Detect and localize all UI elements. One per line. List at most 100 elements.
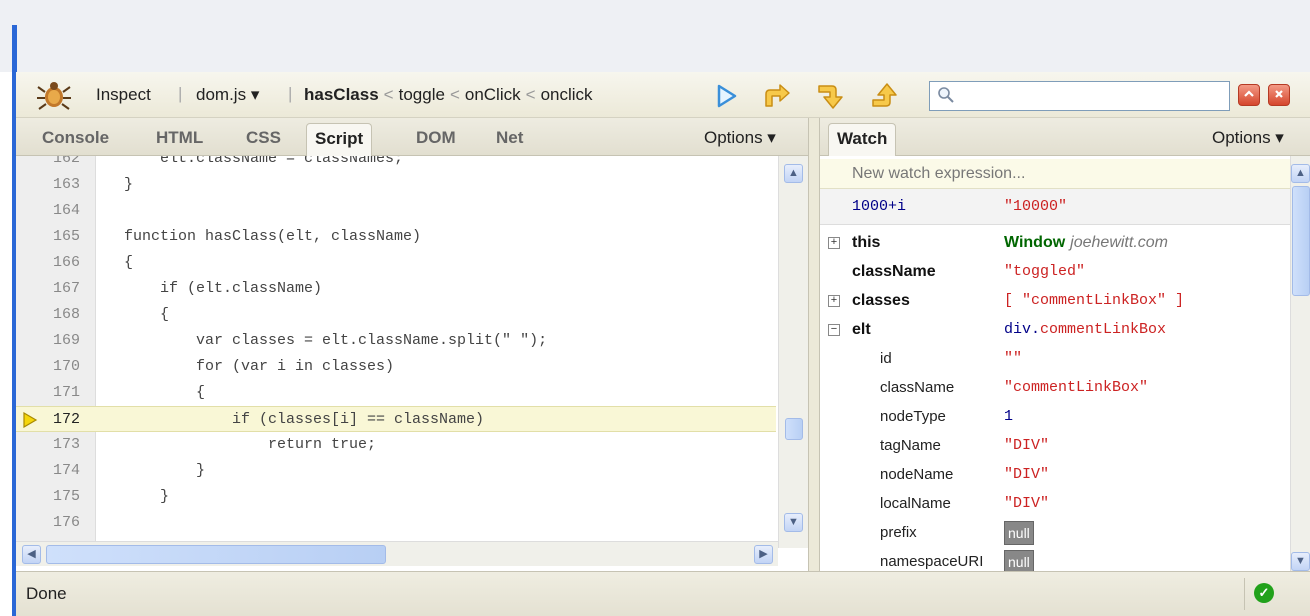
code-line[interactable]: 171 { <box>16 380 776 406</box>
checkmark-icon[interactable]: ✓ <box>1254 583 1274 603</box>
watch-scroll-thumb[interactable] <box>1292 186 1310 296</box>
script-source-view[interactable]: 162 elt.className = classNames; 163} 164 16… <box>16 156 808 571</box>
line-number[interactable]: 167 <box>40 276 80 302</box>
watch-variable-row[interactable]: + classes [ "commentLinkBox" ] <box>820 287 1290 315</box>
watch-property-row[interactable]: id "" <box>820 345 1290 373</box>
scroll-thumb[interactable] <box>785 418 803 440</box>
chevron-up-icon <box>1244 90 1254 97</box>
tab-dom[interactable]: DOM <box>408 123 464 156</box>
watch-property-row[interactable]: className "commentLinkBox" <box>820 374 1290 402</box>
code-line[interactable]: 173 return true; <box>16 432 776 458</box>
watch-value: 1 <box>1004 408 1014 425</box>
breadcrumb-item[interactable]: onclick <box>541 85 593 104</box>
tab-css[interactable]: CSS <box>238 123 289 156</box>
tab-net[interactable]: Net <box>488 123 531 156</box>
watch-property-row[interactable]: tagName "DIV" <box>820 432 1290 460</box>
breadcrumb-item[interactable]: toggle <box>399 85 445 104</box>
tab-script[interactable]: Script <box>306 123 373 156</box>
line-number[interactable]: 175 <box>40 484 80 510</box>
step-out-icon[interactable] <box>870 82 900 110</box>
chevron-down-icon: ▾ <box>250 85 260 104</box>
code-line[interactable]: 169 var classes = elt.className.split(" … <box>16 328 776 354</box>
code-text: { <box>124 254 134 271</box>
tab-html[interactable]: HTML <box>148 123 211 156</box>
scroll-up-button[interactable]: ▲ <box>784 164 803 183</box>
line-number[interactable]: 171 <box>40 380 80 406</box>
watch-scroll-up-button[interactable]: ▲ <box>1291 164 1310 183</box>
breadcrumb-separator: < <box>383 85 394 104</box>
close-button[interactable] <box>1268 84 1290 106</box>
code-line[interactable]: 167 if (elt.className) <box>16 276 776 302</box>
watch-property-row[interactable]: prefix null <box>820 519 1290 547</box>
horizontal-scroll-thumb[interactable] <box>46 545 386 564</box>
tab-console[interactable]: Console <box>34 123 117 156</box>
scroll-down-button[interactable]: ▼ <box>784 513 803 532</box>
code-line[interactable]: 163} <box>16 172 776 198</box>
watch-value-sub[interactable]: joehewitt.com <box>1070 234 1168 251</box>
inspect-button[interactable]: Inspect <box>96 85 151 105</box>
code-line[interactable]: 164 <box>16 198 776 224</box>
source-horizontal-scrollbar[interactable]: ◀ ▶ <box>16 541 778 566</box>
code-line[interactable]: 175 } <box>16 484 776 510</box>
watch-variable-row[interactable]: classNamе "toggled" <box>820 258 1290 286</box>
watch-scroll-down-button[interactable]: ▼ <box>1291 552 1310 571</box>
watch-property-row[interactable]: nodeType 1 <box>820 403 1290 431</box>
watch-variable-row[interactable]: + this Window joehewitt.com <box>820 229 1290 257</box>
code-line[interactable]: 174 } <box>16 458 776 484</box>
breadcrumb-item[interactable]: hasClass <box>304 85 379 104</box>
watch-value: null <box>1004 548 1034 571</box>
watch-property-row[interactable]: namespaceURI null <box>820 548 1290 571</box>
firebug-bug-icon[interactable] <box>36 80 72 110</box>
scroll-right-button[interactable]: ▶ <box>754 545 773 564</box>
scroll-left-button[interactable]: ◀ <box>22 545 41 564</box>
step-over-icon[interactable] <box>762 82 792 110</box>
collapse-icon[interactable]: − <box>828 324 840 336</box>
line-number[interactable]: 172 <box>40 407 80 433</box>
detach-button[interactable] <box>1238 84 1260 106</box>
line-number[interactable]: 169 <box>40 328 80 354</box>
tab-watch[interactable]: Watch <box>828 123 897 156</box>
side-options-menu[interactable]: Options ▾ <box>1212 128 1284 148</box>
line-number[interactable]: 173 <box>40 432 80 458</box>
code-line[interactable]: 165 function hasClass(elt, className) <box>16 224 776 250</box>
watch-value: "DIV" <box>1004 437 1050 454</box>
code-line[interactable]: 170 for (var i in classes) <box>16 354 776 380</box>
current-code-line[interactable]: 172 if (classes[i] == className) <box>16 406 776 432</box>
code-line[interactable]: 166 { <box>16 250 776 276</box>
toolbar-separator: | <box>178 84 183 103</box>
line-number[interactable]: 166 <box>40 250 80 276</box>
new-watch-expression-input[interactable]: New watch expression... <box>820 159 1290 189</box>
watch-value: "DIV" <box>1004 495 1050 512</box>
options-menu[interactable]: Options ▾ <box>704 128 776 148</box>
code-line[interactable]: 176 <box>16 510 776 536</box>
file-selector[interactable]: dom.js ▾ <box>196 85 259 105</box>
line-number[interactable]: 162 <box>40 156 80 172</box>
window-frame-edge <box>12 25 17 75</box>
watch-name: className <box>880 379 955 396</box>
step-into-icon[interactable] <box>816 82 846 110</box>
null-badge: null <box>1004 521 1034 545</box>
continue-icon[interactable] <box>711 82 741 110</box>
watch-expression-row[interactable]: 1000+i "10000" <box>820 189 1290 225</box>
expand-icon[interactable]: + <box>828 237 840 249</box>
watch-vertical-scrollbar[interactable]: ▲ ▼ <box>1290 156 1310 571</box>
watch-property-row[interactable]: nodeName "DIV" <box>820 461 1290 489</box>
line-number[interactable]: 174 <box>40 458 80 484</box>
code-line[interactable]: 162 elt.className = classNames; <box>16 156 776 172</box>
line-number[interactable]: 165 <box>40 224 80 250</box>
line-number[interactable]: 170 <box>40 354 80 380</box>
pane-splitter[interactable] <box>808 118 820 571</box>
search-input[interactable] <box>929 81 1230 111</box>
expand-icon[interactable]: + <box>828 295 840 307</box>
watch-property-row[interactable]: localName "DIV" <box>820 490 1290 518</box>
source-vertical-scrollbar[interactable]: ▲ ▼ <box>778 156 808 548</box>
watch-value: "" <box>1004 350 1023 367</box>
line-number[interactable]: 164 <box>40 198 80 224</box>
watch-variable-row[interactable]: − elt div.commentLinkBox <box>820 316 1290 344</box>
code-line[interactable]: 168 { <box>16 302 776 328</box>
line-number[interactable]: 168 <box>40 302 80 328</box>
line-number[interactable]: 163 <box>40 172 80 198</box>
breadcrumb-item[interactable]: onClick <box>465 85 521 104</box>
watch-value-sub[interactable]: commentLinkBox <box>1040 321 1166 338</box>
line-number[interactable]: 176 <box>40 510 80 536</box>
